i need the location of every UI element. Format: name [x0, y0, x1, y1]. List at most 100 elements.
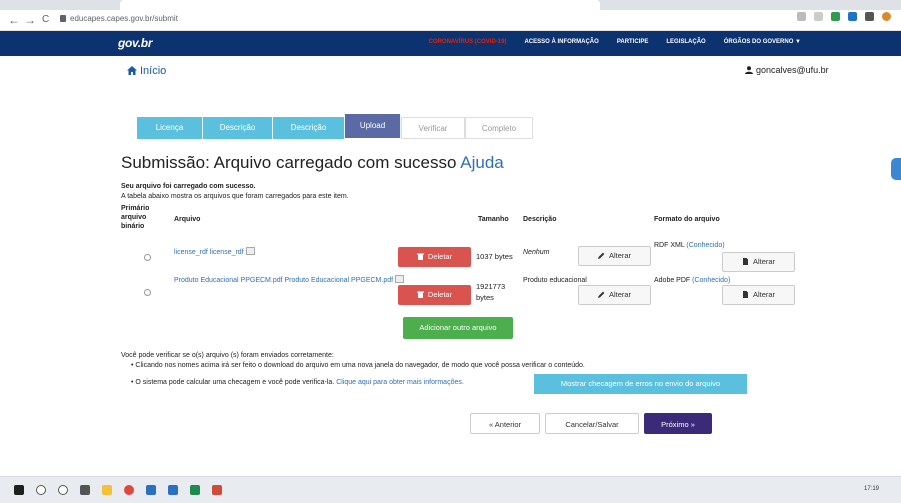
delete-label: Deletar: [427, 252, 453, 261]
format-name: RDF XML: [654, 242, 685, 249]
step-license[interactable]: Licença: [137, 117, 203, 139]
powerpoint-icon[interactable]: [212, 485, 222, 495]
file-name: Produto Educacional PPGECM.pdf Produto E…: [174, 277, 394, 284]
file-explorer-icon[interactable]: [102, 485, 112, 495]
alter-label: Alterar: [608, 290, 632, 299]
gov-header: gov.br CORONAVÍRUS (COVID-19) ACESSO À I…: [0, 31, 901, 56]
profile-avatar[interactable]: [882, 12, 891, 21]
tab-strip: [0, 0, 901, 10]
alter-format-button[interactable]: Alterar: [722, 285, 795, 305]
clock[interactable]: 17:19: [864, 486, 879, 492]
next-button[interactable]: Próximo »: [644, 413, 712, 434]
pencil-icon: [597, 291, 605, 298]
chrome-icon[interactable]: [124, 485, 134, 495]
forward-button[interactable]: →: [24, 14, 36, 26]
trash-icon: [416, 291, 424, 298]
submission-steps: Licença Descrição Descrição Upload Verif…: [137, 114, 533, 139]
user-email: goncalves@ufu.br: [756, 65, 829, 75]
verify-bullet-1: • Clicando nos nomes acima irá ser feito…: [131, 362, 585, 369]
gov-link-participate[interactable]: PARTICIPE: [617, 39, 649, 45]
previous-button[interactable]: « Anterior: [470, 413, 540, 434]
lock-icon: [60, 15, 66, 22]
outlook-icon[interactable]: [168, 485, 178, 495]
step-verify: Verificar: [401, 117, 465, 139]
alter-label: Alterar: [608, 251, 632, 260]
address-bar[interactable]: educapes.capes.gov.br/submit: [60, 14, 178, 23]
page-title: Submissão: Arquivo carregado com sucesso…: [121, 153, 504, 173]
step-description-1[interactable]: Descrição: [203, 117, 273, 139]
task-view-icon[interactable]: [80, 485, 90, 495]
gov-links: CORONAVÍRUS (COVID-19) ACESSO À INFORMAÇ…: [429, 39, 801, 45]
alter-description-button[interactable]: Alterar: [578, 246, 651, 266]
header-file: Arquivo: [174, 216, 201, 223]
trash-icon: [416, 253, 424, 260]
file-size: 1037 bytes: [476, 252, 513, 261]
file-icon: [742, 258, 748, 265]
table-description: A tabela abaixo mostra os arquivos que f…: [121, 193, 349, 200]
alter-format-button[interactable]: Alterar: [722, 252, 795, 272]
extension-icon[interactable]: [848, 12, 857, 21]
alter-label: Alterar: [752, 290, 776, 299]
delete-label: Deletar: [427, 290, 453, 299]
file-link[interactable]: Produto Educacional PPGECM.pdf Produto E…: [174, 275, 405, 285]
extension-icon[interactable]: [831, 12, 840, 21]
file-description: Nenhum: [523, 249, 550, 256]
file-link[interactable]: license_rdf license_rdf: [174, 247, 255, 257]
puzzle-icon[interactable]: [865, 12, 874, 21]
primary-radio[interactable]: [144, 289, 151, 296]
govbr-logo[interactable]: gov.br: [118, 36, 153, 50]
add-file-button[interactable]: Adicionar outro arquivo: [403, 317, 513, 339]
verify-intro: Você pode verificar se o(s) arquivo (s) …: [121, 352, 334, 359]
star-icon[interactable]: [814, 12, 823, 21]
gov-link-covid[interactable]: CORONAVÍRUS (COVID-19): [429, 39, 507, 45]
verify-bullet-2: • O sistema pode calcular uma checagem e…: [131, 379, 464, 386]
alter-label: Alterar: [752, 257, 776, 266]
show-checksum-button[interactable]: Mostrar checagem de erros no envio do ar…: [534, 374, 747, 394]
image-placeholder-icon: [245, 247, 255, 255]
step-description-2[interactable]: Descrição: [273, 117, 345, 139]
reload-button[interactable]: C: [42, 14, 49, 26]
home-label: Início: [140, 65, 167, 77]
user-icon: [745, 66, 753, 74]
search-icon[interactable]: [36, 485, 46, 495]
gov-link-access[interactable]: ACESSO À INFORMAÇÃO: [524, 39, 598, 45]
zoom-icon[interactable]: [797, 12, 806, 21]
format-name: Adobe PDF: [654, 277, 691, 284]
help-link[interactable]: Ajuda: [460, 153, 503, 172]
file-description: Produto educacional: [523, 277, 587, 284]
file-size: 1921773 bytes: [476, 282, 506, 302]
back-button[interactable]: ←: [8, 14, 20, 26]
step-upload[interactable]: Upload: [345, 114, 401, 138]
os-taskbar: 17:19: [0, 476, 901, 503]
header-format: Formato do arquivo: [654, 216, 720, 223]
known-format-link[interactable]: (Conhecido): [686, 242, 724, 249]
header-size: Tamanho: [478, 216, 509, 223]
feedback-tab[interactable]: [891, 158, 901, 180]
gov-link-agencies[interactable]: ÓRGÃOS DO GOVERNO ▼: [724, 39, 801, 45]
file-icon: [742, 291, 748, 298]
delete-button[interactable]: Deletar: [398, 285, 471, 305]
word-icon[interactable]: [146, 485, 156, 495]
user-menu[interactable]: goncalves@ufu.br: [745, 65, 829, 75]
excel-icon[interactable]: [190, 485, 200, 495]
taskbar-apps: [14, 485, 222, 495]
browser-toolbar: ← → C educapes.capes.gov.br/submit: [0, 0, 901, 31]
delete-button[interactable]: Deletar: [398, 247, 471, 267]
pencil-icon: [597, 252, 605, 259]
known-format-link[interactable]: (Conhecido): [692, 277, 730, 284]
alter-description-button[interactable]: Alterar: [578, 285, 651, 305]
verify-bullet-2-text: O sistema pode calcular uma checagem e v…: [135, 379, 335, 386]
header-primary: Primário arquivo binário: [121, 205, 150, 230]
gov-link-legislation[interactable]: LEGISLAÇÃO: [666, 39, 705, 45]
file-format: RDF XML (Conhecido): [654, 241, 725, 250]
title-text: Submissão: Arquivo carregado com sucesso: [121, 153, 457, 172]
cortana-icon[interactable]: [58, 485, 68, 495]
home-icon: [127, 66, 137, 75]
windows-start-icon[interactable]: [14, 485, 24, 495]
primary-radio[interactable]: [144, 254, 151, 261]
cancel-save-button[interactable]: Cancelar/Salvar: [545, 413, 639, 434]
active-tab[interactable]: [120, 0, 600, 10]
more-info-link[interactable]: Clique aqui para obter mais informações.: [336, 379, 464, 386]
success-message: Seu arquivo foi carregado com sucesso.: [121, 183, 256, 190]
home-link[interactable]: Início: [127, 65, 166, 77]
